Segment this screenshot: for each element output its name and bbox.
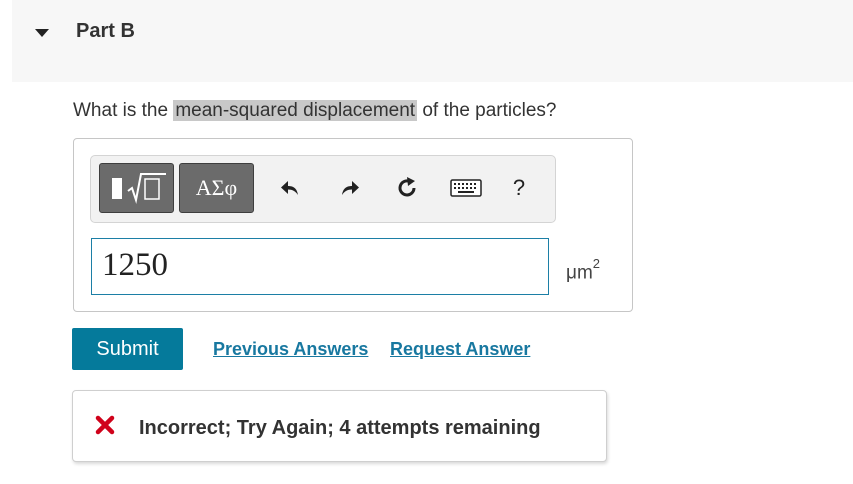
- redo-button[interactable]: [338, 172, 362, 204]
- request-answer-link[interactable]: Request Answer: [390, 339, 530, 360]
- keyboard-icon: [450, 179, 482, 197]
- question-highlight: mean-squared displacement: [173, 100, 418, 121]
- question-text: What is the mean-squared displacement of…: [73, 100, 557, 122]
- question-before: What is the: [73, 100, 174, 121]
- question-after: of the particles?: [417, 100, 557, 121]
- reset-button[interactable]: [394, 172, 420, 204]
- feedback-message: Incorrect; Try Again; 4 attempts remaini…: [139, 417, 541, 439]
- redo-icon: [342, 181, 359, 195]
- submit-button[interactable]: Submit: [72, 328, 183, 370]
- answer-unit: μm2: [566, 256, 601, 284]
- templates-button[interactable]: [99, 163, 174, 213]
- templates-radical-icon: [112, 173, 166, 204]
- feedback-box: Incorrect; Try Again; 4 attempts remaini…: [72, 390, 607, 462]
- previous-answers-link[interactable]: Previous Answers: [213, 339, 368, 360]
- incorrect-x-icon: [95, 415, 115, 435]
- answer-input[interactable]: 1250: [91, 238, 549, 295]
- help-button[interactable]: ?: [509, 172, 529, 204]
- unit-base: μm: [566, 262, 593, 284]
- undo-icon: [281, 181, 298, 195]
- collapse-caret-icon[interactable]: [35, 29, 49, 37]
- reset-icon: [398, 177, 416, 197]
- part-title: Part B: [76, 20, 135, 42]
- answer-value: 1250: [102, 247, 168, 283]
- unit-exponent: 2: [592, 256, 601, 271]
- undo-button[interactable]: [278, 172, 302, 204]
- keyboard-button[interactable]: [449, 172, 483, 204]
- part-header[interactable]: [12, 0, 853, 82]
- symbols-label: ΑΣφ: [195, 175, 238, 200]
- symbols-button[interactable]: ΑΣφ: [179, 163, 254, 213]
